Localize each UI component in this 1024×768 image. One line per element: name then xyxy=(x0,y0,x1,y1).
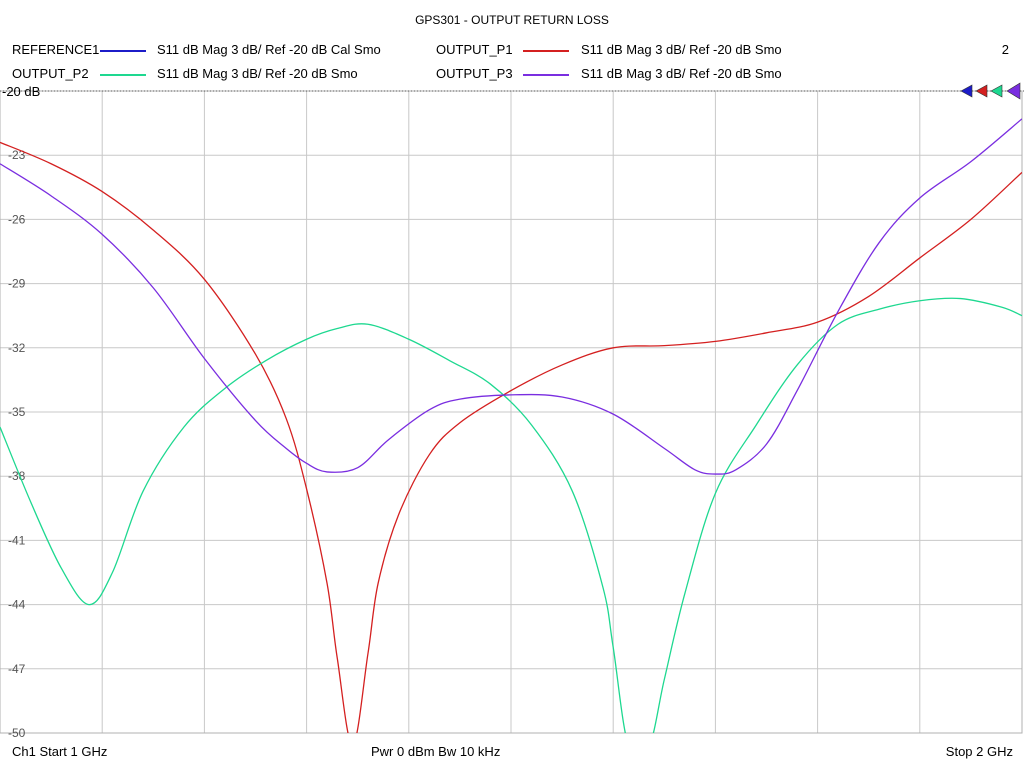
y-tick-labels: -23 -26 -29 -32 -35 -38 -41 -44 -47 -50 xyxy=(8,148,26,740)
y-tick-label-5: -35 xyxy=(8,405,26,419)
footer-power: Pwr 0 dBm Bw 10 kHz xyxy=(371,744,501,759)
y-tick-label-6: -38 xyxy=(8,469,26,483)
y-tick-label-3: -29 xyxy=(8,277,26,291)
y-tick-label-9: -47 xyxy=(8,662,26,676)
reference-marker-reference1-icon xyxy=(960,84,973,98)
reference-markers xyxy=(960,82,1021,100)
reference-marker-output-p3-icon xyxy=(1006,82,1021,100)
y-tick-label-7: -41 xyxy=(8,533,26,547)
y-tick-label-4: -32 xyxy=(8,341,26,355)
footer-start: Ch1 Start 1 GHz xyxy=(12,744,108,759)
y-tick-label-2: -26 xyxy=(8,212,26,226)
y-tick-label-8: -44 xyxy=(8,598,26,612)
y-tick-label-1: -23 xyxy=(8,148,26,162)
grid xyxy=(0,90,1023,734)
plot-area: -20 dB -23 -26 -29 -32 -35 -38 -41 -44 -47 -50 xyxy=(0,82,1024,740)
y-tick-label-10: -50 xyxy=(8,726,26,740)
reference-marker-output-p1-icon xyxy=(975,84,988,98)
reference-marker-output-p2-icon xyxy=(990,84,1003,98)
footer-stop: Stop 2 GHz xyxy=(945,744,1013,759)
reference-level-label: -20 dB xyxy=(2,84,40,99)
